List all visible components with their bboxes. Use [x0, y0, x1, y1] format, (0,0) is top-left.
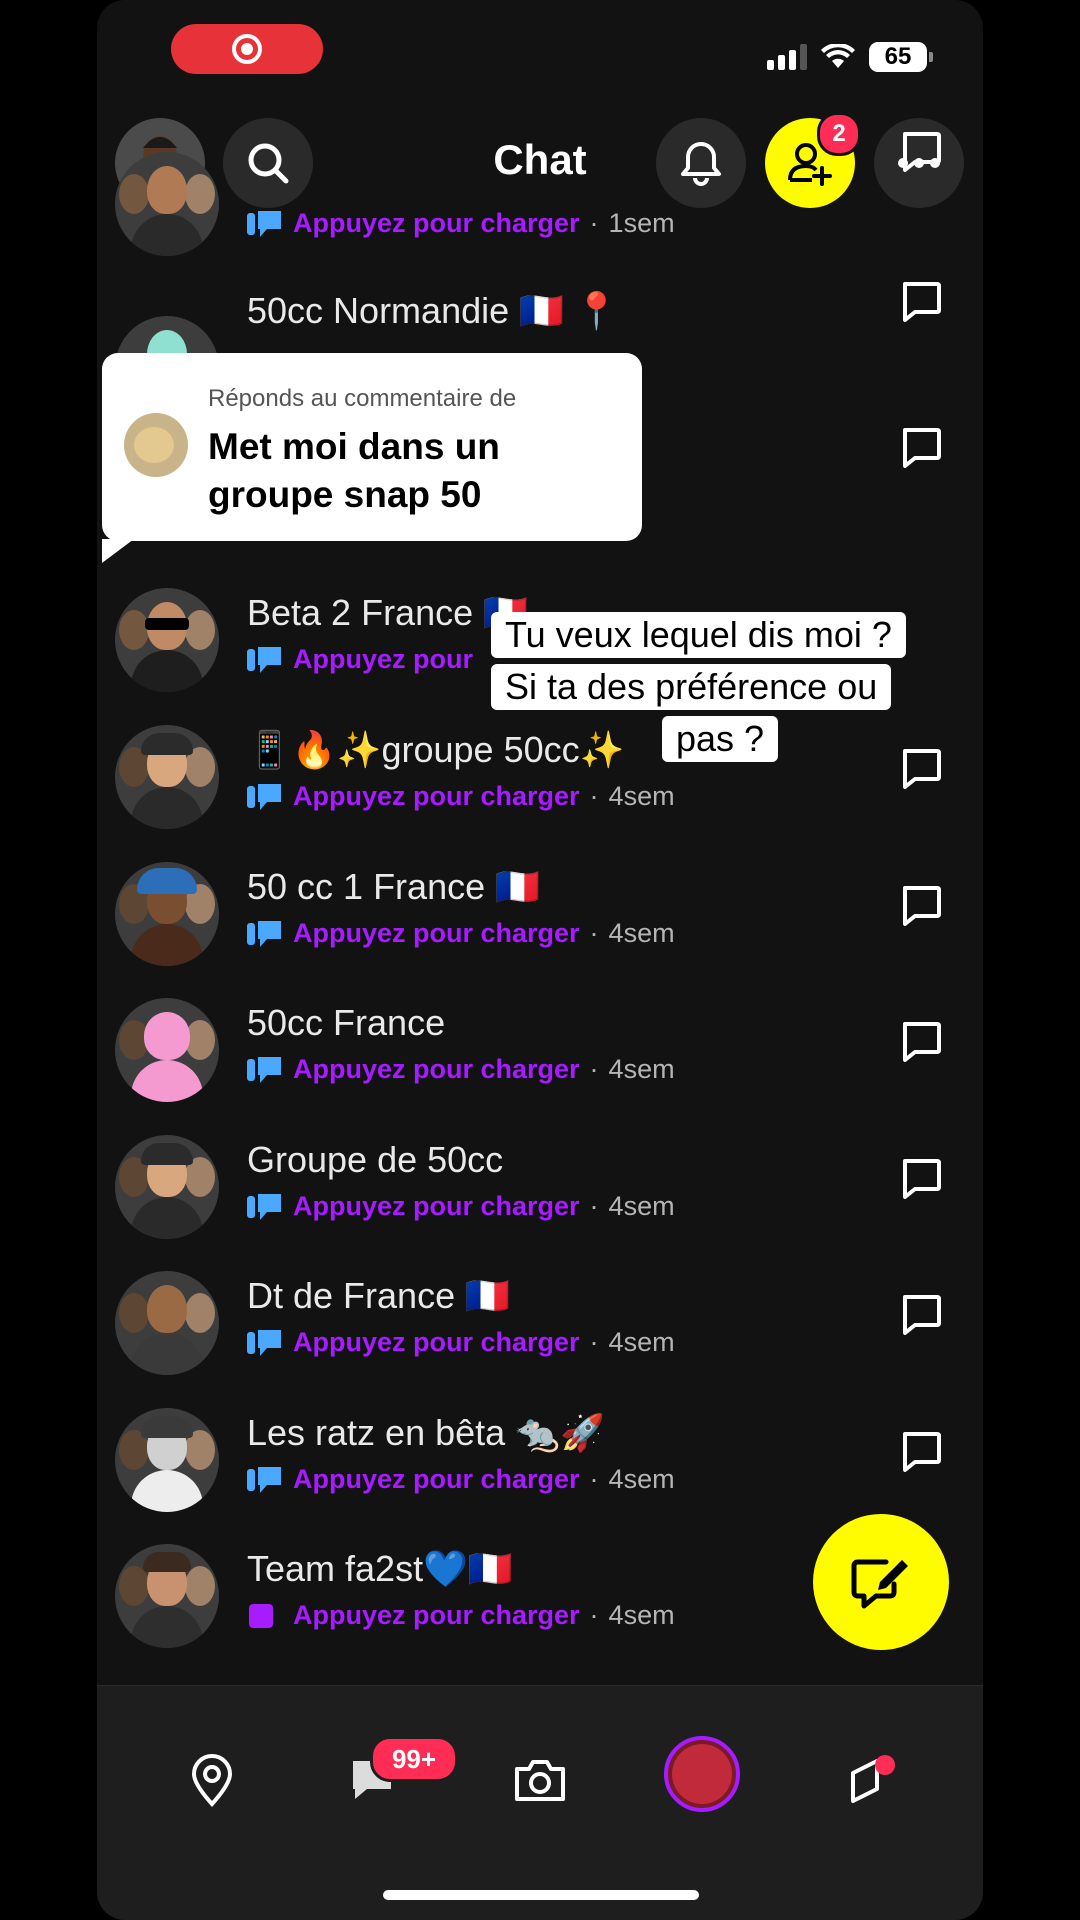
- chat-bubble-icon[interactable]: [899, 130, 943, 174]
- new-chat-button[interactable]: [813, 1514, 949, 1650]
- tab-stories[interactable]: [664, 1736, 740, 1812]
- blue-chat-icon: [247, 1329, 281, 1356]
- tap-to-load-label: Appuyez pour: [293, 644, 473, 674]
- screen-recording-indicator[interactable]: [171, 24, 323, 74]
- chat-name: 50cc Normandie 🇫🇷 📍: [247, 290, 619, 331]
- chat-row[interactable]: 50cc France Appuyez pour charger · 4sem: [97, 988, 983, 1124]
- group-avatar: [115, 1135, 219, 1239]
- chat-name: 📱🔥✨groupe 50cc✨: [247, 729, 625, 770]
- spotlight-icon: [851, 1755, 895, 1803]
- story-thumbnail: [672, 1744, 732, 1804]
- chat-time: 1sem: [608, 208, 675, 238]
- commenter-avatar: [124, 413, 188, 477]
- home-indicator: [383, 1890, 699, 1900]
- reply-comment-sticker: Réponds au commentaire de Met moi dans u…: [102, 353, 642, 563]
- group-avatar: [115, 862, 219, 966]
- cellular-signal-icon: [767, 44, 807, 70]
- chat-time: 4sem: [608, 1191, 675, 1221]
- chat-bubble-icon[interactable]: [899, 1293, 943, 1337]
- chat-time: 4sem: [608, 1054, 675, 1084]
- group-avatar: [115, 1544, 219, 1648]
- chat-name: Groupe de 50cc: [247, 1139, 504, 1180]
- chat-row[interactable]: Les ratz en bêta 🐀🚀 Appuyez pour charger…: [97, 1398, 983, 1534]
- reply-label: Réponds au commentaire de: [208, 385, 517, 412]
- sticker-tail: [102, 539, 134, 563]
- tap-to-load-label: Appuyez pour charger: [293, 208, 580, 238]
- tap-to-load-label: Appuyez pour charger: [293, 1054, 580, 1084]
- chat-name: Les ratz en bêta 🐀🚀: [247, 1412, 605, 1453]
- status-bar: 65: [767, 42, 933, 72]
- comment-text: Met moi dans un groupe snap 50: [208, 426, 500, 515]
- blue-chat-icon: [247, 210, 281, 237]
- chat-time: 4sem: [608, 1600, 675, 1630]
- battery-indicator: 65: [869, 42, 933, 72]
- group-avatar: [115, 152, 219, 256]
- chat-time: 4sem: [608, 1327, 675, 1357]
- chat-bubble-icon[interactable]: [899, 1430, 943, 1474]
- blue-chat-icon: [247, 1466, 281, 1493]
- chat-name: Dt de France 🇫🇷: [247, 1275, 510, 1316]
- tap-to-load-label: Appuyez pour charger: [293, 918, 580, 948]
- chat-time: 4sem: [608, 781, 675, 811]
- tap-to-load-label: Appuyez pour charger: [293, 1464, 580, 1494]
- chat-unread-badge: 99+: [370, 1736, 458, 1782]
- tab-map[interactable]: [182, 1750, 242, 1810]
- blue-chat-icon: [247, 1193, 281, 1220]
- caption-line-2: Si ta des préférence ou: [491, 664, 892, 710]
- group-avatar: [115, 725, 219, 829]
- tap-to-load-label: Appuyez pour charger: [293, 1191, 580, 1221]
- wifi-icon: [821, 44, 855, 68]
- blue-chat-icon: [247, 920, 281, 947]
- bottom-tab-bar: 99+: [97, 1685, 983, 1920]
- map-pin-icon: [191, 1754, 233, 1807]
- tap-to-load-label: Appuyez pour charger: [293, 1600, 580, 1630]
- chat-name: Beta 2 France 🇫🇷: [247, 592, 528, 633]
- chat-row[interactable]: Groupe de 50cc Appuyez pour charger · 4s…: [97, 1125, 983, 1261]
- group-avatar: [115, 1408, 219, 1512]
- group-avatar: [115, 998, 219, 1102]
- chat-row[interactable]: 📱🔥✨groupe 50cc✨ Appuyez pour charger · 4…: [97, 715, 983, 851]
- caption-line-1: Tu veux lequel dis moi ?: [491, 612, 906, 658]
- chat-name: 50 cc 1 France 🇫🇷: [247, 866, 540, 907]
- chat-name: 50cc France: [247, 1002, 446, 1043]
- chat-bubble-icon[interactable]: [899, 884, 943, 928]
- battery-level: 65: [884, 43, 912, 70]
- tap-to-load-label: Appuyez pour charger: [293, 781, 580, 811]
- chat-row[interactable]: Dt de France 🇫🇷 Appuyez pour charger · 4…: [97, 1261, 983, 1397]
- chat-row[interactable]: 50 cc 1 France 🇫🇷 Appuyez pour charger ·…: [97, 852, 983, 988]
- caption-line-3: pas ?: [662, 716, 779, 762]
- chat-bubble-icon[interactable]: [899, 426, 943, 470]
- chat-bubble-icon[interactable]: [899, 1020, 943, 1064]
- chat-row[interactable]: Appuyez pour charger · 1sem: [97, 132, 983, 278]
- blue-chat-icon: [247, 1056, 281, 1083]
- chat-bubble-icon[interactable]: [899, 747, 943, 791]
- purple-snap-icon: [249, 1603, 273, 1628]
- compose-icon: [851, 1559, 908, 1609]
- chat-bubble-icon[interactable]: [899, 280, 943, 324]
- camera-icon: [515, 1760, 565, 1801]
- record-icon: [232, 34, 262, 64]
- tap-to-load-label: Appuyez pour charger: [293, 1327, 580, 1357]
- tab-spotlight[interactable]: [842, 1750, 902, 1810]
- chat-name: Team fa2st💙🇫🇷: [247, 1548, 513, 1589]
- blue-chat-icon: [247, 646, 281, 673]
- snapchat-chat-screen: 65 Chat 2 Appuyez pour charger · 1sem 50…: [97, 0, 983, 1920]
- group-avatar: [115, 588, 219, 692]
- chat-bubble-icon[interactable]: [899, 1157, 943, 1201]
- chat-time: 4sem: [608, 1464, 675, 1494]
- blue-chat-icon: [247, 783, 281, 810]
- group-avatar: [115, 1271, 219, 1375]
- tab-camera[interactable]: [510, 1750, 570, 1810]
- chat-time: 4sem: [608, 918, 675, 948]
